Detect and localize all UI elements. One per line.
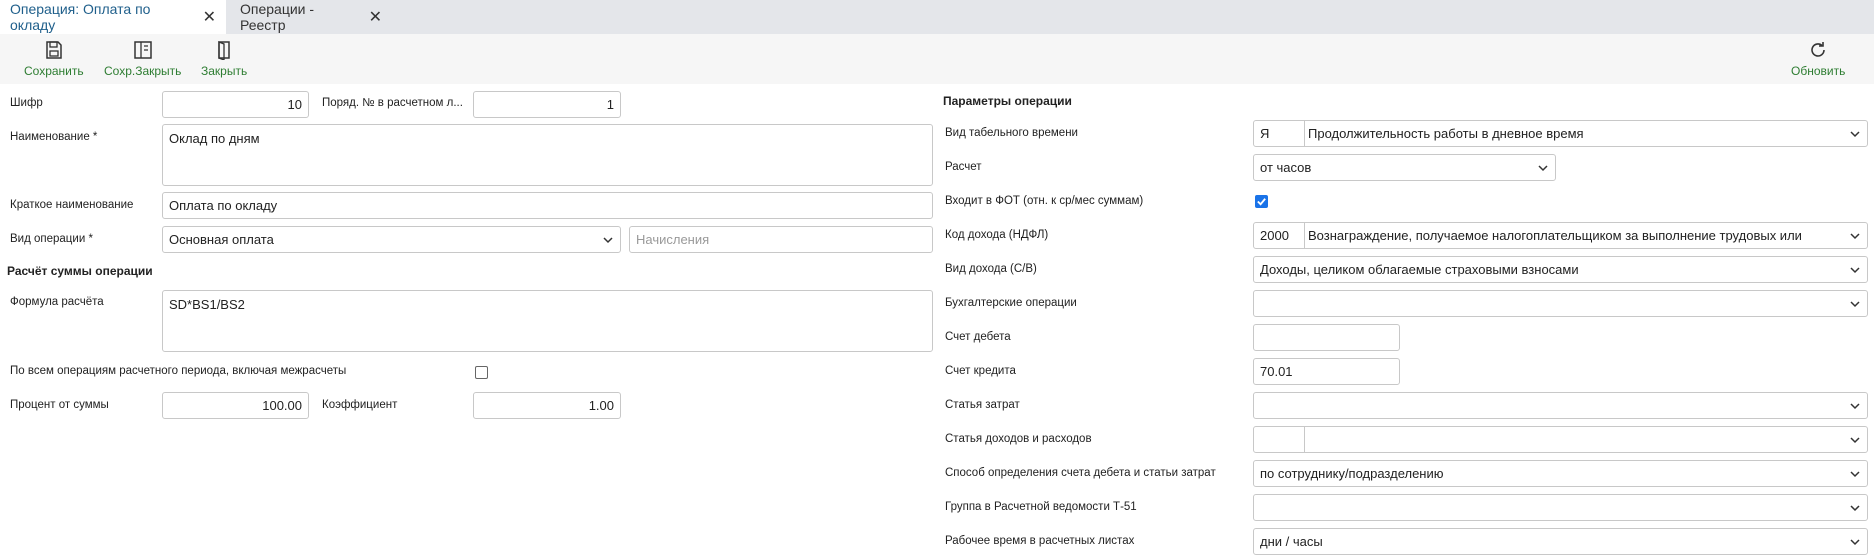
save-close-label: Сохр.Закрыть bbox=[104, 64, 182, 78]
income-code: 2000 bbox=[1260, 228, 1289, 243]
timesheet-code: Я bbox=[1260, 126, 1270, 141]
divider bbox=[1304, 427, 1305, 452]
name-field[interactable]: Оклад по дням bbox=[162, 124, 933, 186]
calc-select[interactable]: от часов bbox=[1253, 154, 1556, 181]
chevron-down-icon[interactable] bbox=[1849, 434, 1861, 446]
code-label: Шифр bbox=[10, 97, 43, 109]
method-label: Способ определения счета дебета и статьи… bbox=[945, 467, 1216, 479]
worktime-label: Рабочее время в расчетных листах bbox=[945, 535, 1135, 547]
save-icon bbox=[46, 41, 62, 59]
chevron-down-icon[interactable] bbox=[602, 234, 614, 246]
toolbar: Сохранить Сохр.Закрыть Закрыть Обновить bbox=[0, 34, 1874, 84]
timesheet-select[interactable]: Я Продолжительность работы в дневное вре… bbox=[1253, 120, 1868, 147]
chevron-down-icon[interactable] bbox=[1849, 400, 1861, 412]
calc-section-title: Расчёт суммы операции bbox=[7, 264, 153, 278]
tab-label: Операция: Оплата по окладу bbox=[10, 1, 151, 33]
params-section-title: Параметры операции bbox=[943, 94, 1072, 108]
cost-item-select[interactable] bbox=[1253, 392, 1868, 419]
chevron-down-icon[interactable] bbox=[1537, 162, 1549, 174]
chevron-down-icon[interactable] bbox=[1849, 298, 1861, 310]
chevron-down-icon[interactable] bbox=[1849, 536, 1861, 548]
income-code-value: Вознаграждение, получаемое налогоплатель… bbox=[1308, 228, 1802, 243]
op-type-label: Вид операции * bbox=[10, 233, 93, 245]
chevron-down-icon[interactable] bbox=[1849, 468, 1861, 480]
all-ops-checkbox[interactable] bbox=[475, 366, 488, 379]
close-button[interactable]: Закрыть bbox=[201, 40, 247, 78]
method-value: по сотруднику/подразделению bbox=[1260, 466, 1444, 481]
income-code-label: Код дохода (НДФЛ) bbox=[945, 229, 1049, 241]
fot-checkbox[interactable] bbox=[1255, 195, 1268, 208]
door-icon bbox=[218, 41, 230, 60]
income-type-value: Доходы, целиком облагаемые страховыми вз… bbox=[1260, 262, 1579, 277]
formula-label: Формула расчёта bbox=[10, 296, 104, 308]
short-name-label: Краткое наименование bbox=[10, 199, 134, 211]
op-type-value: Основная оплата bbox=[169, 232, 274, 247]
op-type-select[interactable]: Основная оплата bbox=[162, 226, 621, 253]
close-label: Закрыть bbox=[201, 64, 248, 78]
income-exp-label: Статья доходов и расходов bbox=[945, 433, 1092, 445]
divider bbox=[1304, 223, 1305, 248]
debit-field[interactable] bbox=[1253, 324, 1400, 351]
accruals-field[interactable]: Начисления bbox=[629, 226, 933, 253]
chevron-down-icon[interactable] bbox=[1849, 230, 1861, 242]
refresh-button[interactable]: Обновить bbox=[1791, 40, 1845, 78]
fot-label: Входит в ФОТ (отн. к ср/мес суммам) bbox=[945, 195, 1144, 207]
close-icon[interactable]: ✕ bbox=[203, 7, 216, 27]
calc-value: от часов bbox=[1260, 160, 1312, 175]
formula-field[interactable]: SD*BS1/BS2 bbox=[162, 290, 933, 352]
name-label: Наименование * bbox=[10, 131, 98, 143]
refresh-icon bbox=[1811, 42, 1825, 57]
group-select[interactable] bbox=[1253, 494, 1868, 521]
timesheet-label: Вид табельного времени bbox=[945, 127, 1078, 139]
chevron-down-icon[interactable] bbox=[1849, 502, 1861, 514]
calc-label: Расчет bbox=[945, 161, 982, 173]
acc-ops-label: Бухгалтерские операции bbox=[945, 297, 1077, 309]
refresh-label: Обновить bbox=[1791, 64, 1846, 78]
worktime-select[interactable]: дни / часы bbox=[1253, 528, 1868, 555]
timesheet-value: Продолжительность работы в дневное время bbox=[1308, 126, 1584, 141]
worktime-value: дни / часы bbox=[1260, 534, 1323, 549]
short-name-field[interactable]: Оплата по окладу bbox=[162, 192, 933, 219]
tab-operations-registry[interactable]: Операции - Реестр ✕ bbox=[230, 0, 392, 34]
all-ops-label: По всем операциям расчетного периода, вк… bbox=[10, 365, 347, 377]
divider bbox=[1304, 121, 1305, 146]
percent-field[interactable]: 100.00 bbox=[162, 392, 309, 419]
debit-label: Счет дебета bbox=[945, 331, 1011, 343]
save-button[interactable]: Сохранить bbox=[24, 40, 84, 78]
chevron-down-icon[interactable] bbox=[1849, 264, 1861, 276]
close-icon[interactable]: ✕ bbox=[369, 7, 382, 27]
income-type-label: Вид дохода (С/В) bbox=[945, 263, 1037, 275]
acc-ops-select[interactable] bbox=[1253, 290, 1868, 317]
cost-item-label: Статья затрат bbox=[945, 399, 1020, 411]
credit-field[interactable]: 70.01 bbox=[1253, 358, 1400, 385]
tab-operation-salary[interactable]: Операция: Оплата по окладу ✕ bbox=[0, 0, 226, 34]
method-select[interactable]: по сотруднику/подразделению bbox=[1253, 460, 1868, 487]
group-label: Группа в Расчетной ведомости Т-51 bbox=[945, 501, 1137, 513]
coef-field[interactable]: 1.00 bbox=[473, 392, 621, 419]
save-close-icon bbox=[133, 41, 152, 59]
order-field[interactable]: 1 bbox=[473, 91, 621, 118]
tab-bar: Операция: Оплата по окладу ✕ Операции - … bbox=[0, 0, 1874, 34]
income-exp-select[interactable] bbox=[1253, 426, 1868, 453]
code-field[interactable]: 10 bbox=[162, 91, 309, 118]
check-icon bbox=[1257, 198, 1266, 206]
save-label: Сохранить bbox=[24, 64, 84, 78]
chevron-down-icon[interactable] bbox=[1849, 128, 1861, 140]
income-code-select[interactable]: 2000 Вознаграждение, получаемое налогопл… bbox=[1253, 222, 1868, 249]
credit-label: Счет кредита bbox=[945, 365, 1016, 377]
percent-label: Процент от суммы bbox=[10, 399, 109, 411]
save-close-button[interactable]: Сохр.Закрыть bbox=[104, 40, 181, 78]
tab-label: Операции - Реестр bbox=[240, 1, 315, 33]
coef-label: Коэффициент bbox=[322, 399, 398, 411]
order-label: Поряд. № в расчетном л... bbox=[322, 97, 463, 109]
income-type-select[interactable]: Доходы, целиком облагаемые страховыми вз… bbox=[1253, 256, 1868, 283]
